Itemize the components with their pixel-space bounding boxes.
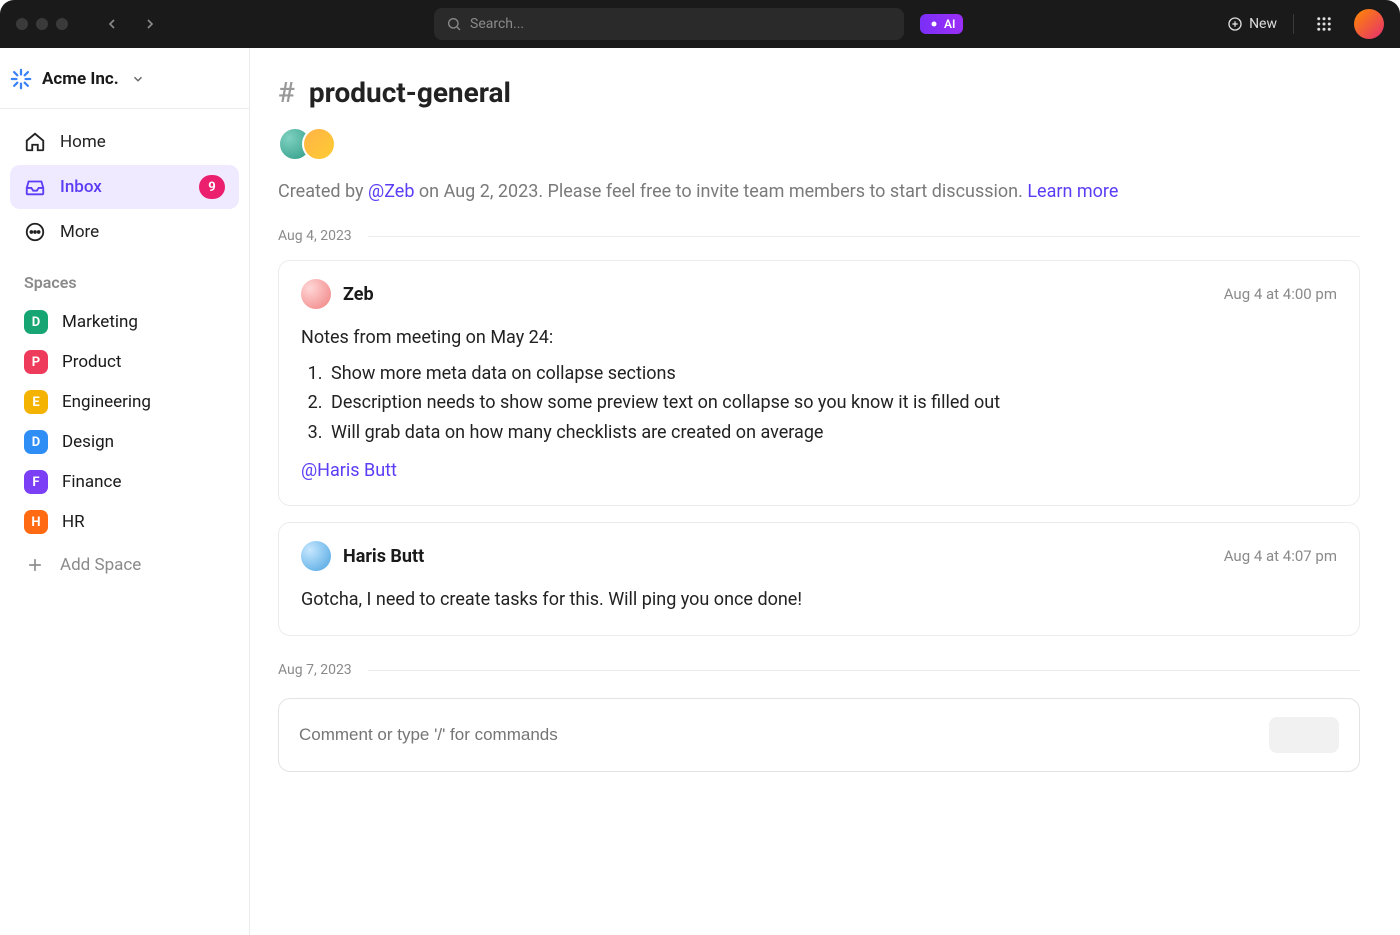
sidebar-item-home[interactable]: Home — [10, 121, 239, 163]
ai-button[interactable]: AI — [920, 14, 963, 34]
member-avatar[interactable] — [302, 127, 336, 161]
main-content: # product-general Created by @Zeb on Aug… — [250, 48, 1400, 935]
space-label: Engineering — [62, 392, 151, 412]
list-item: Show more meta data on collapse sections — [327, 359, 1337, 389]
inbox-icon — [24, 176, 46, 198]
search-icon — [446, 16, 462, 32]
sidebar-space-item[interactable]: H HR — [10, 502, 239, 542]
sidebar-label: More — [60, 222, 99, 242]
message-header: Haris Butt Aug 4 at 4:07 pm — [301, 541, 1337, 571]
spaces-section-label: Spaces — [10, 255, 239, 300]
ai-label: AI — [944, 17, 955, 31]
sidebar-space-item[interactable]: P Product — [10, 342, 239, 382]
comment-input[interactable] — [299, 725, 1257, 745]
author-name: Zeb — [343, 284, 374, 305]
date-label: Aug 4, 2023 — [278, 228, 352, 244]
message-card[interactable]: Zeb Aug 4 at 4:00 pm Notes from meeting … — [278, 260, 1360, 506]
traffic-dot[interactable] — [16, 18, 28, 30]
list-item: Description needs to show some preview t… — [327, 388, 1337, 418]
space-chip: E — [24, 390, 48, 414]
send-button[interactable] — [1269, 717, 1339, 753]
more-icon — [24, 221, 46, 243]
plus-circle-icon — [1227, 16, 1243, 32]
date-divider: Aug 7, 2023 — [278, 662, 1360, 678]
space-chip: H — [24, 510, 48, 534]
sidebar-item-inbox[interactable]: Inbox 9 — [10, 165, 239, 209]
sidebar-space-item[interactable]: E Engineering — [10, 382, 239, 422]
message-time: Aug 4 at 4:00 pm — [1224, 285, 1337, 303]
desc-text: Created by — [278, 181, 368, 202]
apps-grid-icon — [1315, 15, 1333, 33]
topbar-right: New — [1227, 9, 1384, 39]
add-space-button[interactable]: Add Space — [10, 544, 239, 586]
user-avatar[interactable] — [1354, 9, 1384, 39]
topbar: Search... AI New — [0, 0, 1400, 48]
space-chip: P — [24, 350, 48, 374]
message-body: Gotcha, I need to create tasks for this.… — [301, 585, 1337, 615]
new-button[interactable]: New — [1227, 16, 1277, 32]
workspace-logo-icon — [10, 68, 32, 90]
space-label: HR — [62, 512, 85, 532]
mention-link[interactable]: @Haris Butt — [301, 456, 397, 486]
channel-description: Created by @Zeb on Aug 2, 2023. Please f… — [278, 181, 1360, 202]
apps-button[interactable] — [1310, 10, 1338, 38]
mention-link[interactable]: @Zeb — [368, 181, 414, 202]
window-traffic-lights — [16, 18, 68, 30]
traffic-dot[interactable] — [36, 18, 48, 30]
message-header: Zeb Aug 4 at 4:00 pm — [301, 279, 1337, 309]
desc-text: on Aug 2, 2023. Please feel free to invi… — [414, 181, 1027, 202]
message-body: Notes from meeting on May 24: Show more … — [301, 323, 1337, 485]
sidebar-space-item[interactable]: F Finance — [10, 462, 239, 502]
author-name: Haris Butt — [343, 546, 424, 567]
plus-icon — [24, 554, 46, 576]
workspace-switcher[interactable]: Acme Inc. — [0, 58, 249, 109]
sidebar-space-item[interactable]: D Marketing — [10, 302, 239, 342]
divider — [1293, 14, 1294, 34]
hash-icon: # — [278, 76, 295, 109]
workspace-name: Acme Inc. — [42, 69, 119, 89]
search-placeholder: Search... — [470, 16, 524, 32]
author-avatar[interactable] — [301, 279, 331, 309]
space-chip: D — [24, 430, 48, 454]
home-icon — [24, 131, 46, 153]
author-avatar[interactable] — [301, 541, 331, 571]
space-label: Product — [62, 352, 121, 372]
date-label: Aug 7, 2023 — [278, 662, 352, 678]
message-time: Aug 4 at 4:07 pm — [1224, 547, 1337, 565]
nav-forward-button[interactable] — [136, 10, 164, 38]
sidebar-label: Home — [60, 132, 106, 152]
channel-header: # product-general — [278, 76, 1360, 109]
sidebar-item-more[interactable]: More — [10, 211, 239, 253]
date-divider: Aug 4, 2023 — [278, 228, 1360, 244]
channel-name: product-general — [309, 76, 511, 109]
channel-members[interactable] — [278, 127, 1360, 161]
message-text: Notes from meeting on May 24: — [301, 323, 1337, 353]
message-card[interactable]: Haris Butt Aug 4 at 4:07 pm Gotcha, I ne… — [278, 522, 1360, 636]
space-label: Marketing — [62, 312, 138, 332]
space-label: Design — [62, 432, 114, 452]
message-text: Gotcha, I need to create tasks for this.… — [301, 585, 1337, 615]
learn-more-link[interactable]: Learn more — [1027, 181, 1118, 202]
inbox-badge: 9 — [199, 175, 225, 199]
sparkle-icon — [928, 18, 940, 30]
sidebar: Acme Inc. Home Inbox 9 More Spaces D Mark… — [0, 48, 250, 935]
comment-composer[interactable] — [278, 698, 1360, 772]
nav-back-button[interactable] — [98, 10, 126, 38]
add-space-label: Add Space — [60, 555, 141, 575]
sidebar-space-item[interactable]: D Design — [10, 422, 239, 462]
divider-line — [368, 236, 1360, 237]
space-chip: F — [24, 470, 48, 494]
divider-line — [368, 670, 1360, 671]
space-label: Finance — [62, 472, 121, 492]
chevron-down-icon — [131, 72, 145, 86]
sidebar-label: Inbox — [60, 177, 102, 197]
list-item: Will grab data on how many checklists ar… — [327, 418, 1337, 448]
new-label: New — [1249, 16, 1277, 32]
traffic-dot[interactable] — [56, 18, 68, 30]
search-input[interactable]: Search... — [434, 8, 904, 40]
space-chip: D — [24, 310, 48, 334]
